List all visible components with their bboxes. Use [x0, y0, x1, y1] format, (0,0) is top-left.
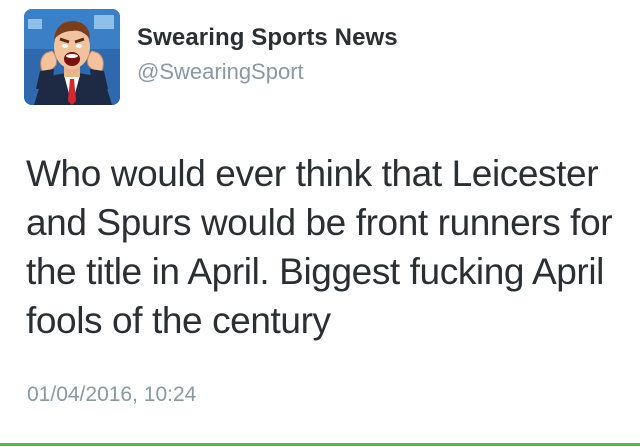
tweet-text: Who would ever think that Leicester and … — [26, 153, 613, 341]
display-name[interactable]: Swearing Sports News — [137, 24, 398, 52]
bottom-divider — [0, 443, 640, 446]
shouting-man-avatar-icon[interactable] — [24, 9, 120, 105]
tweet-timestamp[interactable]: 01/04/2016, 10:24 — [27, 383, 196, 407]
tweet-card: Swearing Sports News @SwearingSport Who … — [0, 0, 640, 447]
user-handle[interactable]: @SwearingSport — [137, 59, 304, 85]
